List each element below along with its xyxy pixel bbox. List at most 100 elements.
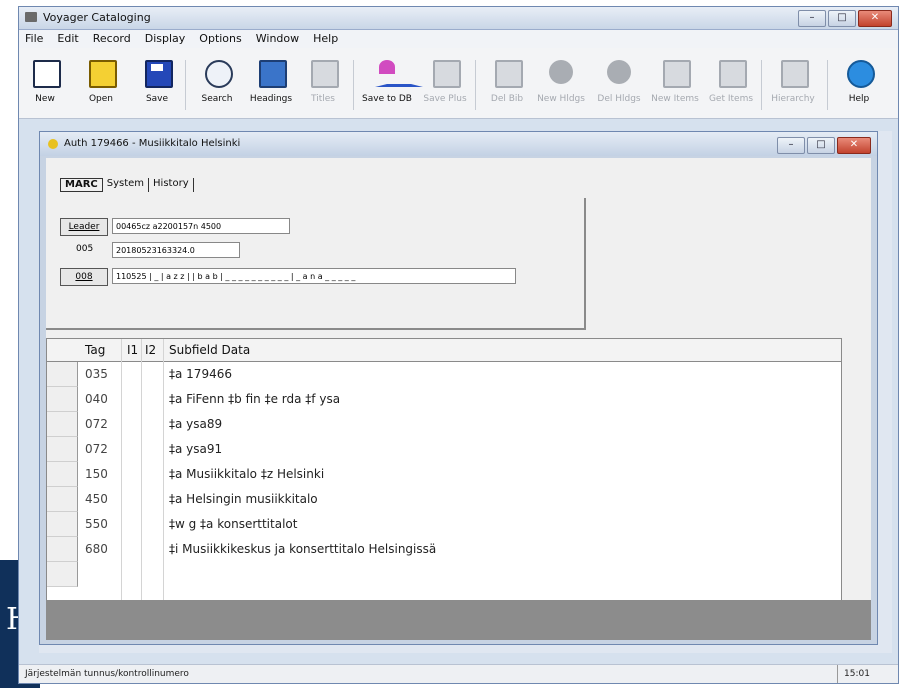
tab-system[interactable]: System [103,178,150,192]
row-subfield-data[interactable]: ‡a FiFenn ‡b fin ‡e rda ‡f ysa [169,387,340,412]
get-items-label: Get Items [708,94,754,104]
table-row[interactable]: 550 ‡w g ‡a konserttitalot [47,512,841,537]
record-maximize-button[interactable]: □ [807,137,835,154]
row-selector[interactable] [47,562,78,587]
minimize-button[interactable]: – [798,10,826,27]
menu-window[interactable]: Window [256,30,299,48]
help-label: Help [848,94,870,104]
row-tag[interactable]: 035 [85,362,108,387]
folder-icon [89,60,117,88]
table-row[interactable]: 035 ‡a 179466 [47,362,841,387]
record-titlebar: Auth 179466 - Musiikkitalo Helsinki – □ … [40,132,877,156]
save-plus-icon [433,60,461,88]
maximize-button[interactable]: □ [828,10,856,27]
table-row[interactable]: 072 ‡a ysa91 [47,437,841,462]
field-005-value[interactable]: 20180523163324.0 [112,242,240,258]
field-008-value[interactable]: 110525 | _ | a z z | | b a b | _ _ _ _ _… [112,268,516,284]
row-selector[interactable] [47,537,78,562]
row-tag[interactable]: 040 [85,387,108,412]
titles-icon [311,60,339,88]
get-items-icon [719,60,747,88]
header-i1[interactable]: I1 [127,339,138,361]
row-selector[interactable] [47,512,78,537]
new-hldgs-button[interactable]: New Hldgs [537,56,585,114]
row-selector[interactable] [47,462,78,487]
toolbar-separator [185,60,186,110]
row-selector[interactable] [47,387,78,412]
save-button[interactable]: Save [135,56,179,114]
open-button[interactable]: Open [79,56,123,114]
row-tag[interactable]: 072 [85,412,108,437]
row-selector[interactable] [47,487,78,512]
new-items-label: New Items [651,94,699,104]
search-label: Search [201,94,233,104]
menu-record[interactable]: Record [93,30,131,48]
sailboat-icon [375,60,423,87]
menu-help[interactable]: Help [313,30,338,48]
save-to-db-label: Save to DB [362,94,412,104]
row-subfield-data[interactable]: ‡i Musiikkikeskus ja konserttitalo Helsi… [169,537,436,562]
tab-marc[interactable]: MARC [60,178,103,192]
menu-options[interactable]: Options [199,30,241,48]
row-tag[interactable]: 072 [85,437,108,462]
titles-button[interactable]: Titles [301,56,345,114]
table-row[interactable]: 040 ‡a FiFenn ‡b fin ‡e rda ‡f ysa [47,387,841,412]
row-subfield-data[interactable]: ‡a Musiikkitalo ‡z Helsinki [169,462,324,487]
row-selector[interactable] [47,437,78,462]
row-subfield-data[interactable]: ‡a Helsingin musiikkitalo [169,487,318,512]
row-tag[interactable]: 150 [85,462,108,487]
new-items-icon [663,60,691,88]
get-items-button[interactable]: Get Items [709,56,753,114]
menu-file[interactable]: File [25,30,43,48]
search-icon [205,60,233,88]
new-button[interactable]: New [23,56,67,114]
table-row[interactable]: 450 ‡a Helsingin musiikkitalo [47,487,841,512]
row-tag[interactable]: 680 [85,537,108,562]
close-button[interactable]: ✕ [858,10,892,27]
record-title: Auth 179466 - Musiikkitalo Helsinki [64,138,241,149]
new-items-button[interactable]: New Items [651,56,699,114]
record-minimize-button[interactable]: – [777,137,805,154]
row-subfield-data[interactable]: ‡w g ‡a konserttitalot [169,512,297,537]
row-subfield-data[interactable]: ‡a 179466 [169,362,232,387]
headings-button[interactable]: Headings [249,56,293,114]
del-bib-button[interactable]: Del Bib [485,56,529,114]
row-tag[interactable]: 550 [85,512,108,537]
row-subfield-data[interactable]: ‡a ysa91 [169,437,222,462]
record-body: MARC System History Leader 00465cz a2200… [46,158,871,640]
row-selector[interactable] [47,412,78,437]
headings-label: Headings [249,94,293,104]
del-hldgs-label: Del Hldgs [597,94,641,104]
record-close-button[interactable]: ✕ [837,137,871,154]
record-icon [48,139,58,149]
window-controls: – □ ✕ [798,10,892,27]
new-label: New [35,94,55,104]
delete-bib-icon [495,60,523,88]
menu-display[interactable]: Display [145,30,186,48]
row-selector[interactable] [47,362,78,387]
help-button[interactable]: Help [837,56,881,114]
header-tag[interactable]: Tag [85,339,105,361]
table-row[interactable]: 680 ‡i Musiikkikeskus ja konserttitalo H… [47,537,841,562]
header-subfield-data[interactable]: Subfield Data [169,339,250,361]
headings-icon [259,60,287,88]
save-plus-button[interactable]: Save Plus [423,56,467,114]
del-hldgs-button[interactable]: Del Hldgs [597,56,641,114]
table-row-empty[interactable] [47,562,841,587]
status-time: 15:01 [837,665,892,683]
leader-field[interactable]: 00465cz a2200157n 4500 [112,218,290,234]
hierarchy-button[interactable]: Hierarchy [771,56,815,114]
search-button[interactable]: Search [195,56,239,114]
field-008-button[interactable]: 008 [60,268,108,286]
menu-bar: File Edit Record Display Options Window … [19,30,898,48]
row-tag[interactable]: 450 [85,487,108,512]
menu-edit[interactable]: Edit [57,30,78,48]
header-i2[interactable]: I2 [145,339,156,361]
tab-history[interactable]: History [149,178,194,192]
row-subfield-data[interactable]: ‡a ysa89 [169,412,222,437]
table-row[interactable]: 150 ‡a Musiikkitalo ‡z Helsinki [47,462,841,487]
voyager-window: Voyager Cataloging – □ ✕ File Edit Recor… [18,6,899,684]
leader-button[interactable]: Leader [60,218,108,236]
save-to-db-button[interactable]: Save to DB [362,56,423,114]
table-row[interactable]: 072 ‡a ysa89 [47,412,841,437]
